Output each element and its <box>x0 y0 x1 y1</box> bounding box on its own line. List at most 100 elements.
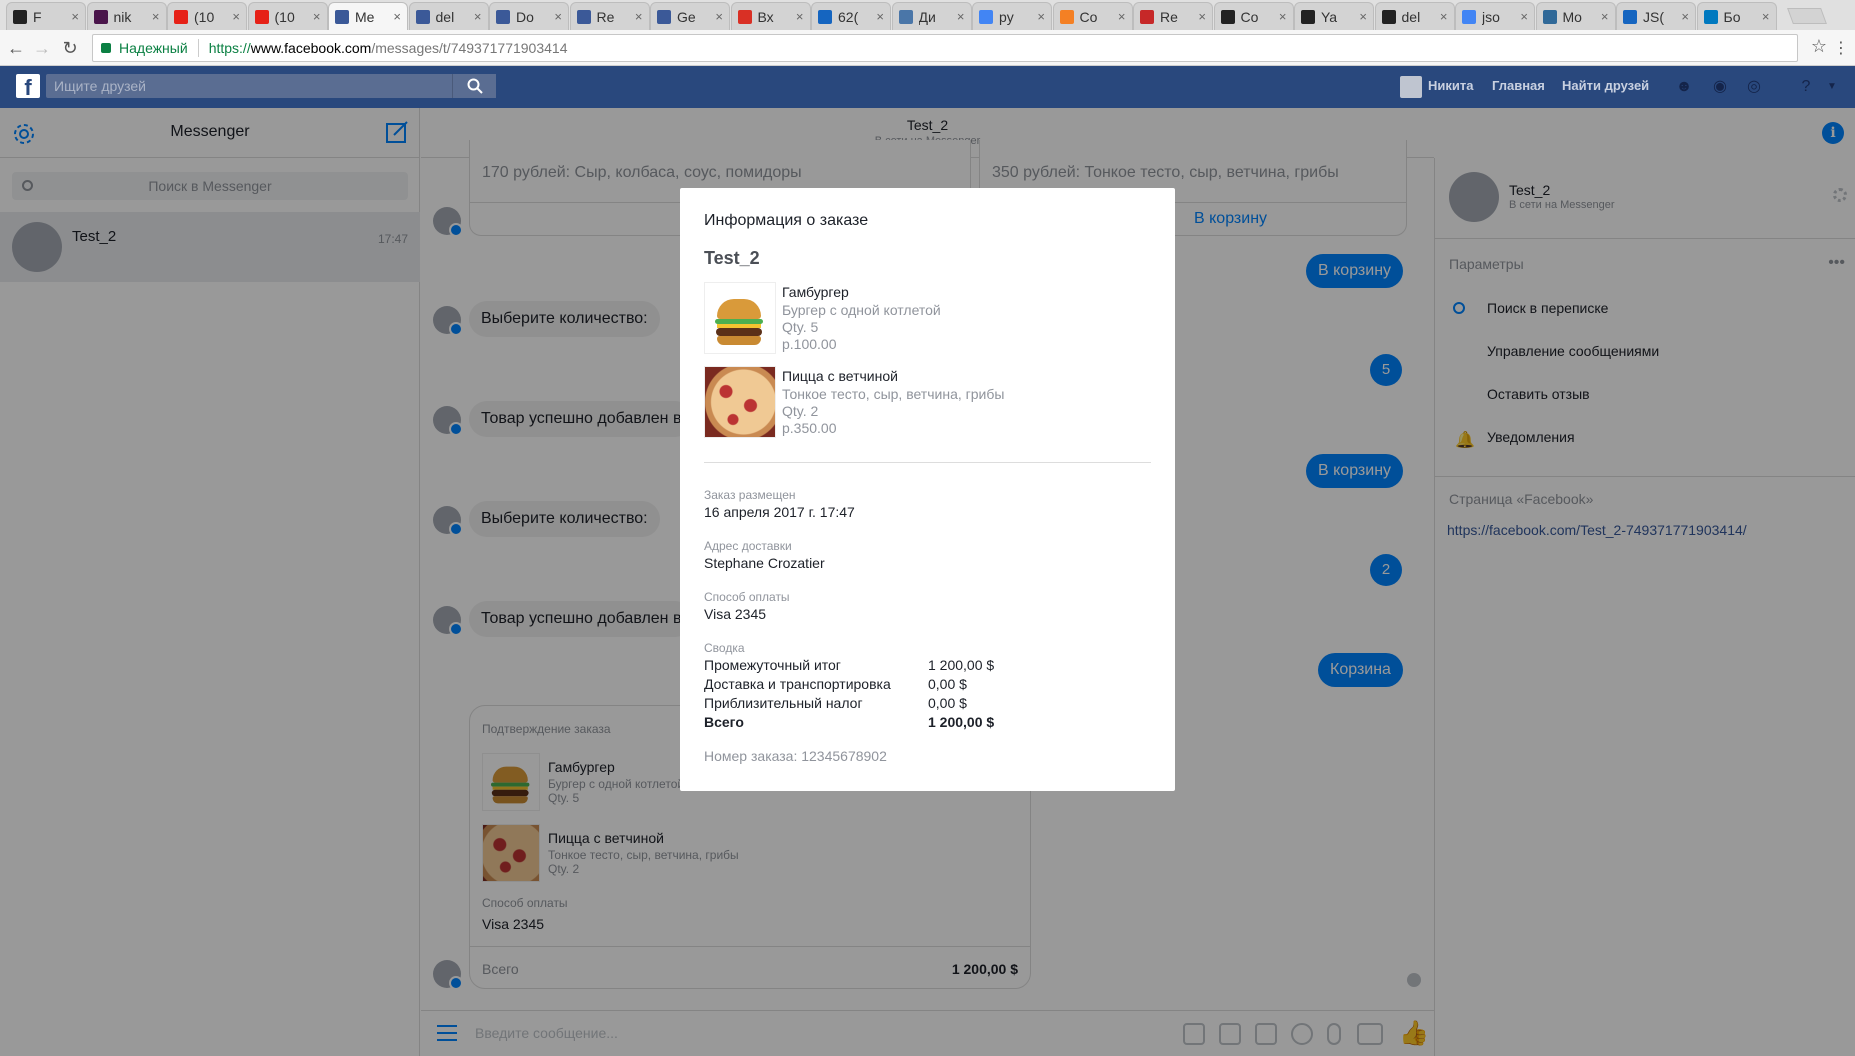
profile-link[interactable]: Никита <box>1428 78 1473 93</box>
tab-close-icon[interactable]: × <box>152 9 160 24</box>
summary-key: Доставка и транспортировка <box>704 676 891 692</box>
tab-close-icon[interactable]: × <box>1601 9 1609 24</box>
tab-close-icon[interactable]: × <box>232 9 240 24</box>
tab-close-icon[interactable]: × <box>393 9 401 24</box>
tab-label: Re <box>1160 8 1178 25</box>
tab-close-icon[interactable]: × <box>1762 9 1770 24</box>
browser-tab[interactable]: del × <box>1374 2 1455 30</box>
address-value: Stephane Crozatier <box>704 555 825 571</box>
tab-label: Ди <box>918 8 936 25</box>
browser-tab[interactable]: jso × <box>1455 2 1535 30</box>
separator <box>197 39 199 57</box>
tab-favicon-icon <box>496 9 510 24</box>
tab-close-icon[interactable]: × <box>313 9 321 24</box>
search-button[interactable] <box>452 74 496 98</box>
back-icon[interactable]: ← <box>6 38 26 58</box>
tab-close-icon[interactable]: × <box>876 9 884 24</box>
secure-label: Надежный <box>119 40 188 56</box>
tab-favicon-icon <box>335 9 349 24</box>
browser-tab[interactable]: Re × <box>1133 2 1213 30</box>
lock-icon <box>101 43 111 53</box>
browser-tab[interactable]: Ya × <box>1294 2 1374 30</box>
tab-label: Ge <box>677 8 696 25</box>
tab-favicon-icon <box>1220 9 1235 24</box>
tab-close-icon[interactable]: × <box>1118 9 1126 24</box>
notifications-globe-icon[interactable]: ◎ <box>1744 77 1764 97</box>
browser-tab[interactable]: Do × <box>489 2 569 30</box>
user-avatar[interactable] <box>1400 76 1422 98</box>
search-icon <box>467 78 483 94</box>
tab-favicon-icon <box>415 9 430 24</box>
dialog-title: Информация о заказе <box>704 212 869 229</box>
summary-value: 1 200,00 $ <box>928 657 995 673</box>
address-label: Адрес доставки <box>704 539 792 553</box>
account-menu-icon[interactable]: ▼ <box>1822 77 1842 97</box>
browser-tab[interactable]: JS(× <box>1616 2 1696 30</box>
summary-key: Приблизительный налог <box>704 695 863 711</box>
tab-favicon-icon <box>657 9 671 24</box>
item-qty: Qty. 2 <box>782 403 819 419</box>
summary-key: Всего <box>704 714 744 730</box>
tab-close-icon[interactable]: × <box>1279 9 1287 24</box>
address-bar[interactable]: Надежный https://www.facebook.com/messag… <box>92 34 1798 62</box>
browser-menu-icon[interactable]: ⋮ <box>1833 38 1849 58</box>
item-qty: Qty. 5 <box>782 319 819 335</box>
tab-close-icon[interactable]: × <box>1681 9 1689 24</box>
browser-tab[interactable]: del × <box>408 2 489 30</box>
tab-label: Бо <box>1723 8 1741 25</box>
browser-tab[interactable]: Co × <box>1213 2 1294 30</box>
reload-icon[interactable]: ↻ <box>60 38 80 58</box>
tab-favicon-icon <box>1140 9 1154 24</box>
tab-close-icon[interactable]: × <box>796 9 804 24</box>
find-friends-link[interactable]: Найти друзей <box>1562 78 1649 93</box>
tab-close-icon[interactable]: × <box>635 9 643 24</box>
tab-label: (10 <box>194 8 215 25</box>
browser-tab[interactable]: Ди × <box>891 2 972 30</box>
tab-close-icon[interactable]: × <box>71 9 79 24</box>
payment-label: Способ оплаты <box>704 590 790 604</box>
browser-tab[interactable]: py × <box>972 2 1052 30</box>
browser-tab[interactable]: Mo × <box>1535 2 1616 30</box>
friend-requests-icon[interactable]: ☻ <box>1674 77 1694 97</box>
tab-favicon-icon <box>1623 9 1637 24</box>
tab-close-icon[interactable]: × <box>1037 9 1045 24</box>
tab-close-icon[interactable]: × <box>1440 9 1448 24</box>
browser-tab[interactable]: F × <box>6 2 86 30</box>
browser-tab[interactable]: nik × <box>86 2 167 30</box>
new-tab-button[interactable] <box>1787 8 1827 24</box>
browser-tab[interactable]: 62(× <box>811 2 891 30</box>
browser-tab[interactable]: (10 × <box>167 2 247 30</box>
item-name: Гамбургер <box>782 284 849 300</box>
tab-close-icon[interactable]: × <box>1198 9 1206 24</box>
tab-label: Ya <box>1321 8 1338 25</box>
friends-search-input[interactable]: Ищите друзей <box>46 74 496 98</box>
item-price: р.350.00 <box>782 420 837 436</box>
tab-close-icon[interactable]: × <box>474 9 482 24</box>
url-scheme: https:// <box>208 40 251 56</box>
browser-tab[interactable]: Re × <box>569 2 650 30</box>
home-link[interactable]: Главная <box>1492 78 1545 93</box>
tab-label: Me <box>355 8 375 25</box>
forward-icon[interactable]: → <box>32 38 52 58</box>
tab-close-icon[interactable]: × <box>1520 9 1528 24</box>
tab-label: jso <box>1482 8 1500 25</box>
tab-label: F <box>33 8 42 25</box>
help-icon[interactable]: ? <box>1796 77 1816 97</box>
browser-tab[interactable]: (10 × <box>247 2 328 30</box>
bookmark-star-icon[interactable]: ☆ <box>1811 36 1827 57</box>
browser-tab[interactable]: Бо × <box>1696 2 1777 30</box>
browser-tab[interactable]: Me × <box>328 2 408 30</box>
browser-tab[interactable]: Ge × <box>650 2 730 30</box>
facebook-logo[interactable]: f <box>16 74 40 100</box>
tab-close-icon[interactable]: × <box>554 9 562 24</box>
tab-label: py <box>999 8 1014 25</box>
messenger-icon[interactable]: ◉ <box>1710 77 1730 97</box>
browser-tab[interactable]: Co × <box>1052 2 1133 30</box>
tab-close-icon[interactable]: × <box>715 9 723 24</box>
browser-tab[interactable]: Вх × <box>730 2 811 30</box>
tab-close-icon[interactable]: × <box>957 9 965 24</box>
tab-label: Re <box>596 8 615 25</box>
tab-favicon-icon <box>13 9 27 24</box>
tab-label: del <box>1401 8 1421 25</box>
tab-close-icon[interactable]: × <box>1359 9 1367 24</box>
